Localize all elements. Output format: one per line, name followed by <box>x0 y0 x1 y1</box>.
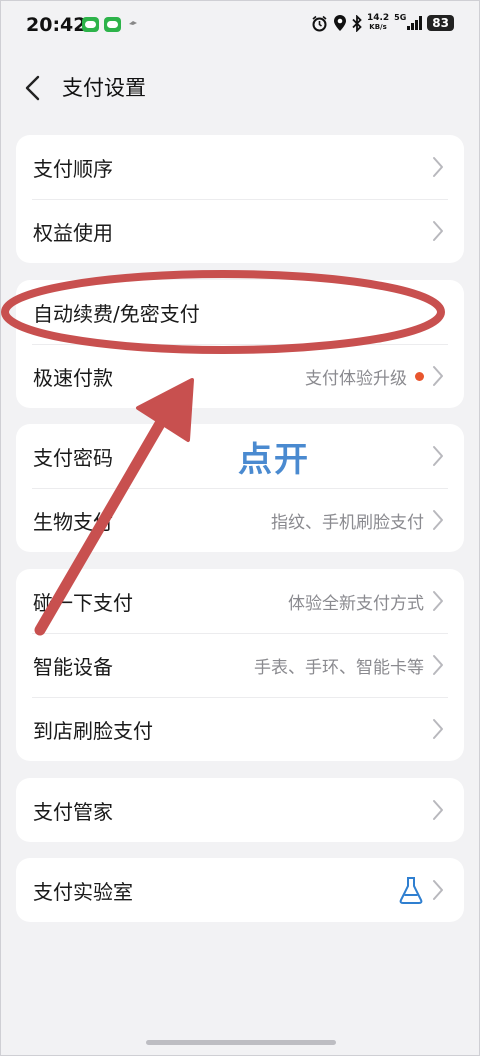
menu-item-in-store-face-pay[interactable]: 到店刷脸支付 <box>16 697 464 761</box>
bluetooth-icon <box>352 14 362 32</box>
battery-indicator: 83 <box>427 15 454 31</box>
status-time: 20:42 <box>26 14 87 36</box>
chevron-right-icon <box>432 718 444 740</box>
menu-item-value: 体验全新支付方式 <box>288 593 424 614</box>
menu-item-value: 手表、手环、智能卡等 <box>254 657 424 678</box>
signal-icon <box>407 16 423 30</box>
notification-icon <box>129 21 137 25</box>
annotation-text: 点开 <box>238 440 310 480</box>
flask-icon <box>399 877 423 904</box>
menu-item-payment-manager[interactable]: 支付管家 <box>16 778 464 842</box>
notification-dot <box>415 371 424 381</box>
menu-item-label: 极速付款 <box>33 366 113 390</box>
menu-item-tap-to-pay[interactable]: 碰一下支付 体验全新支付方式 <box>16 569 464 633</box>
home-indicator[interactable] <box>146 1040 336 1045</box>
chevron-right-icon <box>432 220 444 242</box>
chevron-right-icon <box>432 509 444 531</box>
chevron-right-icon <box>432 365 444 387</box>
menu-item-label: 碰一下支付 <box>33 591 133 615</box>
menu-item-label: 生物支付 <box>33 510 113 534</box>
menu-item-label: 到店刷脸支付 <box>33 719 153 743</box>
wechat-notification-icon <box>82 17 99 32</box>
menu-item-value: 支付体验升级 <box>305 368 407 389</box>
chevron-right-icon <box>432 590 444 612</box>
network-speed: 14.2 KB/s <box>366 13 390 32</box>
chevron-right-icon <box>432 445 444 467</box>
menu-item-payment-lab[interactable]: 支付实验室 <box>16 858 464 922</box>
alarm-icon <box>312 15 327 31</box>
location-icon <box>333 15 346 31</box>
menu-item-benefits[interactable]: 权益使用 <box>16 199 464 263</box>
menu-item-fast-pay[interactable]: 极速付款 支付体验升级 <box>16 344 464 408</box>
menu-item-payment-order[interactable]: 支付顺序 <box>16 135 464 199</box>
menu-item-label: 权益使用 <box>33 221 113 245</box>
chevron-right-icon <box>432 879 444 901</box>
menu-item-label: 支付顺序 <box>33 157 113 181</box>
menu-item-label: 支付实验室 <box>33 880 133 904</box>
settings-group: 碰一下支付 体验全新支付方式 智能设备 手表、手环、智能卡等 到店刷脸支付 <box>16 569 464 761</box>
menu-item-label: 支付管家 <box>33 800 113 824</box>
menu-item-biometric-pay[interactable]: 生物支付 指纹、手机刷脸支付 <box>16 488 464 552</box>
chevron-right-icon <box>432 301 444 323</box>
title-bar: 支付设置 <box>0 60 480 116</box>
settings-group: 自动续费/免密支付 极速付款 支付体验升级 <box>16 280 464 408</box>
page-title: 支付设置 <box>62 76 146 100</box>
wechat-notification-icon <box>104 17 121 32</box>
menu-item-auto-renew-password-free[interactable]: 自动续费/免密支付 <box>16 280 464 344</box>
settings-group: 支付顺序 权益使用 <box>16 135 464 263</box>
chevron-right-icon <box>432 799 444 821</box>
settings-group: 支付实验室 <box>16 858 464 922</box>
menu-item-label: 智能设备 <box>33 655 113 679</box>
status-bar: 20:42 14.2 KB/s 5G 83 <box>0 0 480 52</box>
menu-item-value: 指纹、手机刷脸支付 <box>271 512 424 533</box>
chevron-right-icon <box>432 654 444 676</box>
back-arrow-icon[interactable] <box>20 72 48 104</box>
menu-item-smart-devices[interactable]: 智能设备 手表、手环、智能卡等 <box>16 633 464 697</box>
menu-item-label: 支付密码 <box>33 446 113 470</box>
chevron-right-icon <box>432 156 444 178</box>
network-type: 5G <box>394 12 407 22</box>
status-right: 14.2 KB/s 5G 83 <box>311 12 454 32</box>
settings-group: 支付管家 <box>16 778 464 842</box>
menu-item-label: 自动续费/免密支付 <box>33 302 200 326</box>
